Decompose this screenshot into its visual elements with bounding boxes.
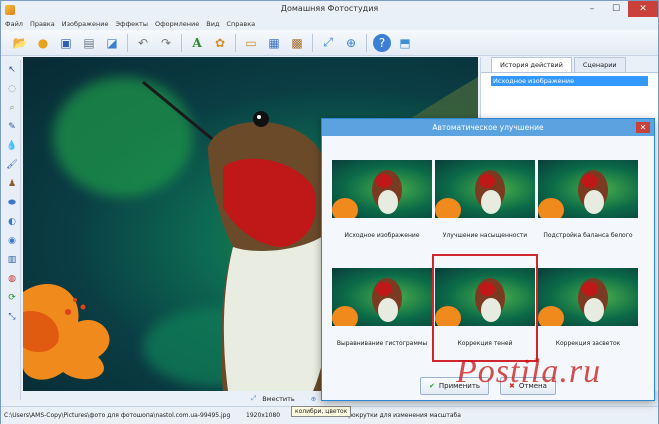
thumbnail-1[interactable]: Исходное изображение [332,160,432,239]
pen-icon[interactable]: ✎ [5,120,19,134]
selected-thumbnail-frame [432,254,538,362]
window-title: Домашняя Фотостудия [280,4,379,13]
zoom-tool-icon[interactable]: ⌕ [5,101,19,115]
toolbar: 📂 ● ▣ ▤ ◪ ↶ ↷ A ✿ ▭ ▦ ▩ ⤢ ⊕ ? ⬒ [1,30,658,56]
layers-icon[interactable]: ▥ [5,253,19,267]
menu-image[interactable]: Изображение [62,20,109,28]
collage-icon[interactable]: ▩ [288,34,306,52]
text-icon[interactable]: A [188,34,206,52]
thumbnail-2[interactable]: Улучшение насыщенности [435,160,535,239]
thumbnail-image [332,268,432,326]
tab-scenarios[interactable]: Сценарии [573,57,626,72]
zoom-icon[interactable]: ⊕ [342,34,360,52]
title-bar: Домашняя Фотостудия – ☐ ✕ [1,1,658,18]
zoom-small-icon[interactable]: ⊕ [311,395,316,403]
pointer-icon[interactable]: ↖ [5,63,19,77]
thumbnail-image [538,268,638,326]
fit-button[interactable]: Вместить [262,395,295,403]
main-window: Домашняя Фотостудия – ☐ ✕ Файл Правка Из… [0,0,659,424]
menu-effects[interactable]: Эффекты [115,20,148,28]
frame-icon[interactable]: ▭ [242,34,260,52]
eraser-icon[interactable]: ⬬ [5,196,19,210]
status-path: C:\Users\AMS-Copy\Pictures\фото для фото… [4,412,231,419]
thumbnail-caption: Подстройка баланса белого [543,232,633,239]
menu-design[interactable]: Оформление [155,20,199,28]
open-icon[interactable]: 📂 [11,34,29,52]
stamp-icon[interactable]: ♟ [5,177,19,191]
brush-icon[interactable]: 🖌 [5,158,19,172]
menu-help[interactable]: Справка [226,20,255,28]
rotate-icon[interactable]: ⟳ [5,291,19,305]
help-icon[interactable]: ? [373,33,391,52]
status-hint: ко прокрутки для изменения масштаба [335,412,461,419]
thumbnail-4[interactable]: Выравнивание гистограммы [332,268,432,347]
minimize-button[interactable]: – [580,1,604,17]
thumbnail-caption: Улучшение насыщенности [442,232,528,239]
thumbnail-image [332,160,432,218]
menu-bar: Файл Правка Изображение Эффекты Оформлен… [1,18,658,30]
check-icon: ✔ [429,382,435,390]
calendar-icon[interactable]: ▦ [265,34,283,52]
palette-icon[interactable]: ✿ [211,34,229,52]
thumbnail-3[interactable]: Подстройка баланса белого [538,160,638,239]
flower-image [23,283,110,380]
thumbnail-caption: Выравнивание гистограммы [336,340,428,347]
fit-small-icon[interactable]: ⤢ [251,394,256,403]
maximize-button[interactable]: ☐ [604,1,628,17]
tooltip: колибри, цветок [291,406,352,417]
thumbnail-caption: Исходное изображение [344,232,420,239]
save-icon[interactable]: ▣ [57,34,75,52]
thumbnail-caption: Коррекция засветок [555,340,621,347]
dialog-title: Автоматическое улучшение ✕ [322,119,654,136]
drop-icon[interactable]: 💧 [5,139,19,153]
redo-icon[interactable]: ↷ [157,34,175,52]
history-item[interactable]: Исходное изображение [491,76,648,86]
eye-icon[interactable]: ◉ [5,234,19,248]
redeye-icon[interactable]: ◍ [5,272,19,286]
watermark: Postila.ru [456,353,602,390]
thumbnail-image [538,160,638,218]
menu-view[interactable]: Вид [206,20,219,28]
tab-history[interactable]: История действий [491,57,572,72]
export-icon[interactable]: ⬒ [396,34,414,52]
undo-icon[interactable]: ↶ [134,34,152,52]
thumbnail-6[interactable]: Коррекция засветок [538,268,638,347]
menu-edit[interactable]: Правка [30,20,55,28]
thumbnail-image [435,160,535,218]
crop-icon[interactable]: ◌ [5,82,19,96]
levels-icon[interactable]: ◐ [5,215,19,229]
dialog-close-icon[interactable]: ✕ [636,122,650,133]
left-toolbox: ↖ ◌ ⌕ ✎ 💧 🖌 ♟ ⬬ ◐ ◉ ▥ ◍ ⟳ ⤡ [3,60,21,400]
status-size: 1920x1080 [246,412,281,419]
print-icon[interactable]: ▤ [80,34,98,52]
fit-icon[interactable]: ⤢ [319,34,337,52]
scan-icon[interactable]: ◪ [103,34,121,52]
close-button[interactable]: ✕ [628,1,658,17]
menu-file[interactable]: Файл [5,20,23,28]
resize-icon[interactable]: ⤡ [5,310,19,324]
paint-icon[interactable]: ● [34,34,52,52]
